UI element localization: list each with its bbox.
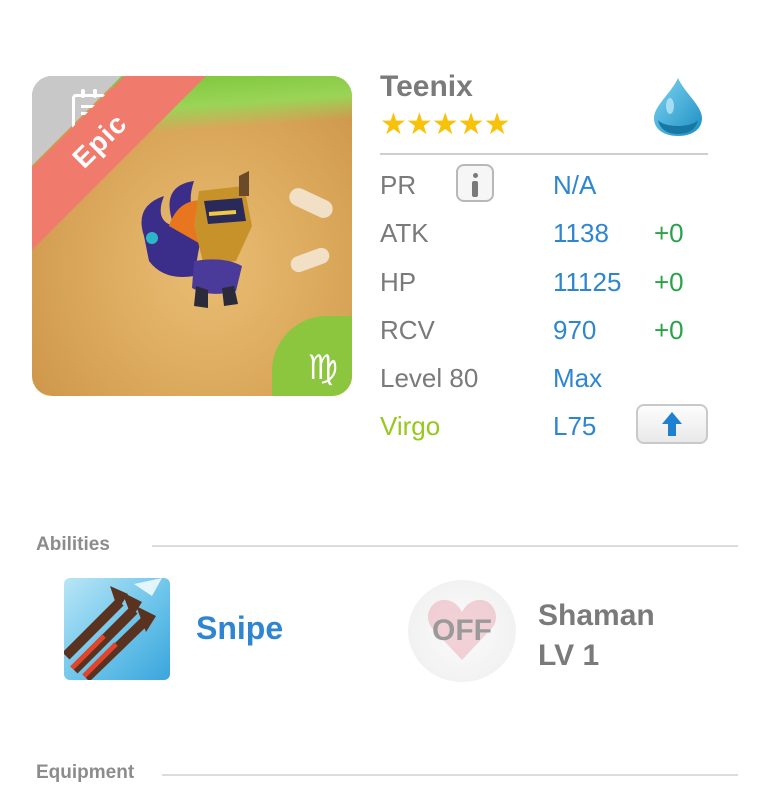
leader-skill-title: Shaman bbox=[538, 599, 655, 632]
bone-decoration bbox=[286, 185, 336, 221]
zodiac-level-value: L75 bbox=[553, 411, 597, 441]
arrows-skill-icon[interactable] bbox=[64, 578, 170, 680]
abilities-divider bbox=[152, 545, 738, 547]
atk-bonus: +0 bbox=[654, 218, 684, 248]
virgo-zodiac-icon: ♍ bbox=[307, 348, 338, 388]
header-divider bbox=[380, 153, 708, 155]
leader-skill-toggle[interactable]: OFF bbox=[408, 580, 516, 682]
skill-name[interactable]: Snipe bbox=[196, 610, 283, 647]
pr-label: PR bbox=[380, 170, 417, 200]
atk-value: 1138 bbox=[553, 218, 609, 248]
rcv-label: RCV bbox=[380, 315, 435, 345]
monster-portrait bbox=[141, 171, 252, 308]
leader-status: OFF bbox=[432, 614, 492, 647]
star-rating: ★★★★★ bbox=[380, 107, 510, 142]
leader-skill-name: Shaman LV 1 bbox=[538, 596, 655, 676]
atk-label: ATK bbox=[380, 218, 429, 248]
hp-label: HP bbox=[380, 267, 417, 297]
info-button[interactable] bbox=[456, 164, 494, 202]
hp-value: 11125 bbox=[553, 267, 622, 297]
rcv-bonus: +0 bbox=[654, 315, 684, 345]
pr-value: N/A bbox=[553, 170, 597, 200]
level-label: Level 80 bbox=[380, 363, 479, 393]
monster-card[interactable]: ♍ Epic bbox=[32, 76, 352, 396]
hp-bonus: +0 bbox=[654, 267, 684, 297]
equipment-heading: Equipment bbox=[36, 762, 135, 783]
leader-skill-level: LV 1 bbox=[538, 639, 600, 672]
monster-name: Teenix bbox=[380, 70, 473, 103]
level-value: Max bbox=[553, 363, 603, 393]
zodiac-label: Virgo bbox=[380, 411, 441, 441]
water-drop-icon bbox=[654, 78, 702, 136]
abilities-heading: Abilities bbox=[36, 534, 110, 555]
arrow-up-icon bbox=[662, 412, 682, 436]
zodiac-upgrade-button[interactable] bbox=[636, 404, 708, 444]
bone-decoration bbox=[288, 245, 332, 275]
rcv-value: 970 bbox=[553, 315, 597, 345]
info-icon bbox=[472, 173, 478, 178]
equipment-divider bbox=[162, 774, 738, 776]
